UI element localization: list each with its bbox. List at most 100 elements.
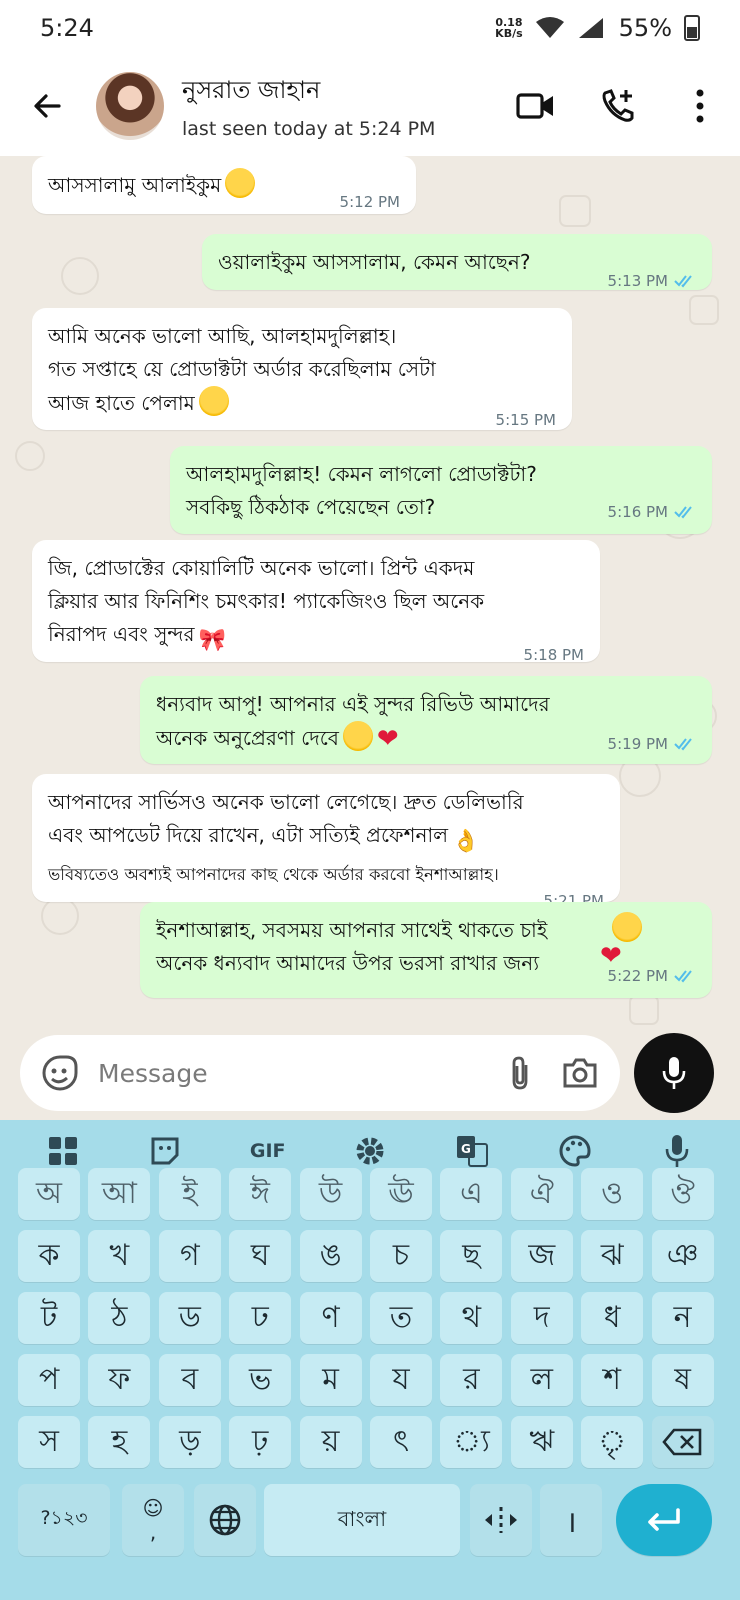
message-time: 5:18 PM — [523, 646, 584, 664]
avatar[interactable] — [96, 72, 164, 140]
message-text: আসসালামু আলাইকুম — [48, 173, 222, 197]
key-1-6[interactable]: ছ — [440, 1230, 503, 1282]
key-2-8[interactable]: ধ — [581, 1292, 644, 1344]
key-2-9[interactable]: ন — [651, 1292, 714, 1344]
key-3-3[interactable]: ভ — [229, 1354, 292, 1406]
gif-button[interactable]: GIF — [246, 1129, 290, 1173]
message-input[interactable] — [98, 1058, 480, 1088]
key-3-0[interactable]: প — [18, 1354, 80, 1406]
message-time: 5:15 PM — [495, 411, 556, 429]
key-3-9[interactable]: ষ — [651, 1354, 714, 1406]
key-1-8[interactable]: ঝ — [581, 1230, 644, 1282]
key-0-2[interactable]: ই — [158, 1168, 221, 1220]
ok-hand-emoji-icon: 👌 — [452, 829, 480, 854]
message-text: ওয়ালাইকুম আসসালাম, কেমন আছেন? — [218, 250, 531, 274]
heart-eyes-emoji-icon — [198, 386, 229, 416]
key-3-1[interactable]: ফ — [88, 1354, 151, 1406]
key-4-5[interactable]: ৎ — [370, 1416, 432, 1468]
keyboard: GIF G অআইঈউঊএঐওঔ কখগঘঙচছজঝঞ টঠডঢণতথদধন পফবভ… — [0, 1120, 740, 1600]
symbols-key[interactable]: ?১২৩ — [18, 1484, 110, 1556]
emoji-key[interactable]: ☺ , — [122, 1484, 184, 1556]
video-call-button[interactable] — [516, 86, 556, 126]
key-0-9[interactable]: ঔ — [651, 1168, 714, 1220]
key-0-0[interactable]: অ — [18, 1168, 80, 1220]
key-0-1[interactable]: আ — [88, 1168, 151, 1220]
keyboard-mic-icon[interactable] — [655, 1129, 699, 1173]
sticker-icon[interactable] — [143, 1129, 187, 1173]
message-bubble-incoming[interactable]: আসসালামু আলাইকুম 5:12 PM — [32, 156, 416, 214]
key-1-4[interactable]: ঙ — [299, 1230, 362, 1282]
key-2-5[interactable]: ত — [370, 1292, 432, 1344]
sticker-emoji-icon[interactable] — [40, 1053, 80, 1093]
key-1-0[interactable]: ক — [18, 1230, 80, 1282]
message-bubble-incoming[interactable]: আপনাদের সার্ভিসও অনেক ভালো লেগেছে। দ্রুত… — [32, 774, 620, 910]
key-2-6[interactable]: থ — [440, 1292, 503, 1344]
key-4-7[interactable]: ঋ — [510, 1416, 573, 1468]
chat-area[interactable]: আসসালামু আলাইকুম 5:12 PM ওয়ালাইকুম আসসা… — [0, 156, 740, 1120]
camera-button[interactable] — [560, 1053, 600, 1093]
key-4-6[interactable]: ্য — [440, 1416, 503, 1468]
key-4-2[interactable]: ড় — [158, 1416, 221, 1468]
palette-icon[interactable] — [553, 1129, 597, 1173]
key-2-2[interactable]: ড — [158, 1292, 221, 1344]
key-3-6[interactable]: র — [440, 1354, 503, 1406]
key-4-3[interactable]: ঢ় — [229, 1416, 292, 1468]
voice-call-button[interactable] — [598, 86, 638, 126]
key-2-4[interactable]: ণ — [299, 1292, 362, 1344]
voice-message-button[interactable] — [634, 1033, 714, 1113]
key-0-6[interactable]: এ — [440, 1168, 503, 1220]
key-1-5[interactable]: চ — [370, 1230, 432, 1282]
key-4-0[interactable]: স — [18, 1416, 80, 1468]
message-time: 5:13 PM — [607, 272, 668, 290]
status-icons: 0.18 KB/s 55% — [495, 14, 700, 42]
message-bubble-outgoing[interactable]: ধন্যবাদ আপু! আপনার এই সুন্দর রিভিউ আমাদে… — [140, 676, 712, 764]
heart-emoji-icon: ❤ — [600, 941, 622, 971]
message-bubble-outgoing[interactable]: ওয়ালাইকুম আসসালাম, কেমন আছেন? 5:13 PM — [202, 234, 712, 290]
key-2-7[interactable]: দ — [510, 1292, 573, 1344]
settings-icon[interactable] — [348, 1129, 392, 1173]
key-0-8[interactable]: ও — [581, 1168, 644, 1220]
key-3-2[interactable]: ব — [158, 1354, 221, 1406]
key-1-7[interactable]: জ — [510, 1230, 573, 1282]
contact-info[interactable]: নুসরাত জাহান last seen today at 5:24 PM — [182, 72, 516, 140]
message-time: 5:12 PM — [339, 193, 400, 211]
enter-key[interactable] — [616, 1484, 712, 1556]
key-3-7[interactable]: ল — [510, 1354, 573, 1406]
language-key[interactable] — [194, 1484, 256, 1556]
danda-key[interactable]: । — [540, 1484, 602, 1556]
key-4-1[interactable]: হ — [88, 1416, 151, 1468]
emoji-key-icon: ☺ — [142, 1496, 164, 1520]
key-1-1[interactable]: খ — [88, 1230, 151, 1282]
message-bubble-outgoing[interactable]: ইনশাআল্লাহ, সবসময় আপনার সাথেই থাকতে চাই… — [140, 902, 712, 998]
heart-emoji-icon: ❤ — [376, 724, 399, 754]
message-bubble-incoming[interactable]: জি, প্রোডাক্টের কোয়ালিটি অনেক ভালো। প্র… — [32, 540, 600, 664]
more-menu-button[interactable] — [680, 86, 720, 126]
key-4-4[interactable]: য় — [299, 1416, 362, 1468]
key-2-1[interactable]: ঠ — [88, 1292, 151, 1344]
key-3-5[interactable]: য — [370, 1354, 432, 1406]
key-3-4[interactable]: ম — [299, 1354, 362, 1406]
key-2-3[interactable]: ঢ — [229, 1292, 292, 1344]
attach-button[interactable] — [500, 1053, 540, 1093]
message-bubble-incoming[interactable]: আমি অনেক ভালো আছি, আলহামদুলিল্লাহ। গত সপ… — [32, 308, 572, 430]
key-2-0[interactable]: ট — [18, 1292, 80, 1344]
space-key[interactable]: বাংলা — [264, 1484, 460, 1556]
backspace-icon — [661, 1428, 701, 1456]
cursor-move-icon — [485, 1507, 517, 1533]
key-0-3[interactable]: ঈ — [229, 1168, 292, 1220]
backspace-key[interactable] — [651, 1416, 714, 1468]
message-bubble-outgoing[interactable]: আলহামদুলিল্লাহ! কেমন লাগলো প্রোডাক্টটা? … — [170, 446, 712, 534]
cursor-key[interactable] — [470, 1484, 532, 1556]
key-1-9[interactable]: ঞ — [651, 1230, 714, 1282]
key-1-2[interactable]: গ — [158, 1230, 221, 1282]
apps-icon[interactable] — [41, 1129, 85, 1173]
globe-icon — [209, 1504, 241, 1536]
key-1-3[interactable]: ঘ — [229, 1230, 292, 1282]
key-0-7[interactable]: ঐ — [510, 1168, 573, 1220]
key-4-8[interactable]: ৃ — [581, 1416, 644, 1468]
key-0-4[interactable]: উ — [299, 1168, 362, 1220]
key-0-5[interactable]: ঊ — [370, 1168, 432, 1220]
back-button[interactable] — [24, 83, 70, 129]
key-3-8[interactable]: শ — [581, 1354, 644, 1406]
translate-icon[interactable]: G — [450, 1129, 494, 1173]
